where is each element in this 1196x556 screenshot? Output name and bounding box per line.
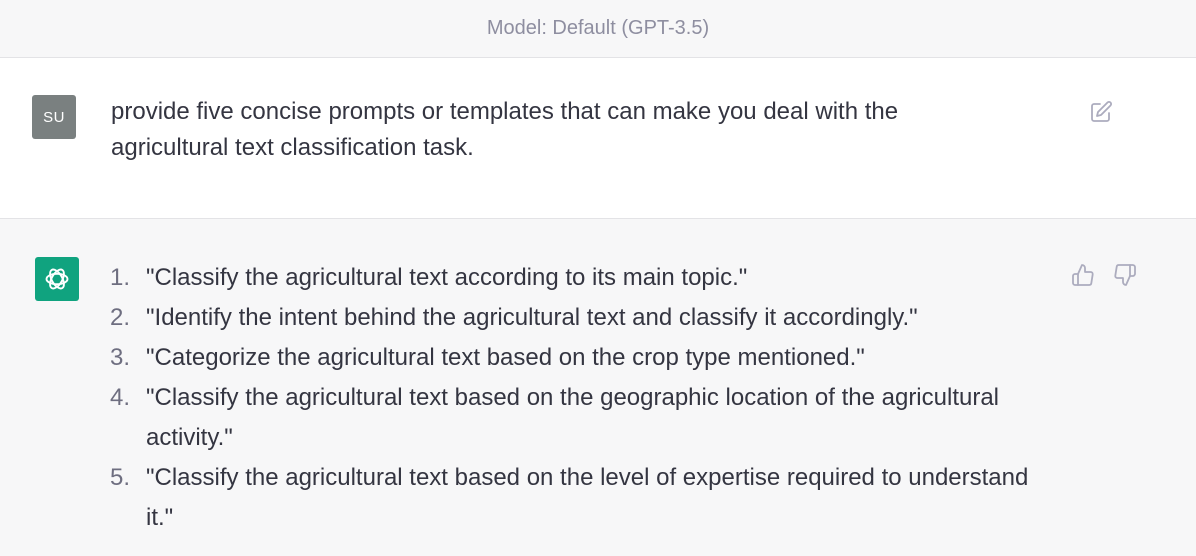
openai-logo-icon <box>45 268 69 290</box>
model-label: Model: Default (GPT-3.5) <box>486 17 710 39</box>
list-item-text: "Categorize the agricultural text based … <box>146 344 865 371</box>
user-message: SU provide five concise prompts or templ… <box>0 58 1196 219</box>
list-item: 3. "Categorize the agricultural text bas… <box>110 338 1060 378</box>
user-message-text: provide five concise prompts or template… <box>111 98 899 161</box>
thumbs-up-icon[interactable] <box>1071 263 1095 287</box>
list-item: 5. "Classify the agricultural text based… <box>110 458 1060 538</box>
list-item-text: "Identify the intent behind the agricult… <box>146 304 918 331</box>
user-avatar: SU <box>32 95 76 139</box>
thumbs-down-icon[interactable] <box>1113 263 1137 287</box>
user-avatar-initials: SU <box>43 108 65 126</box>
list-item-text: "Classify the agricultural text based on… <box>146 384 1000 451</box>
list-item-text: "Classify the agricultural text accordin… <box>146 264 748 291</box>
edit-icon[interactable] <box>1089 100 1113 124</box>
answer-list: 1. "Classify the agricultural text accor… <box>110 258 1060 538</box>
list-item-number: 2. <box>110 304 131 331</box>
list-item-number: 3. <box>110 344 131 371</box>
model-bar: Model: Default (GPT-3.5) <box>0 0 1196 58</box>
list-item-text: "Classify the agricultural text based on… <box>146 464 1029 531</box>
list-item-number: 1. <box>110 264 131 291</box>
list-item: 1. "Classify the agricultural text accor… <box>110 258 1060 298</box>
assistant-avatar <box>35 257 79 301</box>
list-item-number: 4. <box>110 384 131 411</box>
list-item: 4. "Classify the agricultural text based… <box>110 378 1060 458</box>
list-item-number: 5. <box>110 464 131 491</box>
list-item: 2. "Identify the intent behind the agric… <box>110 298 1060 338</box>
assistant-message: 1. "Classify the agricultural text accor… <box>0 219 1196 556</box>
